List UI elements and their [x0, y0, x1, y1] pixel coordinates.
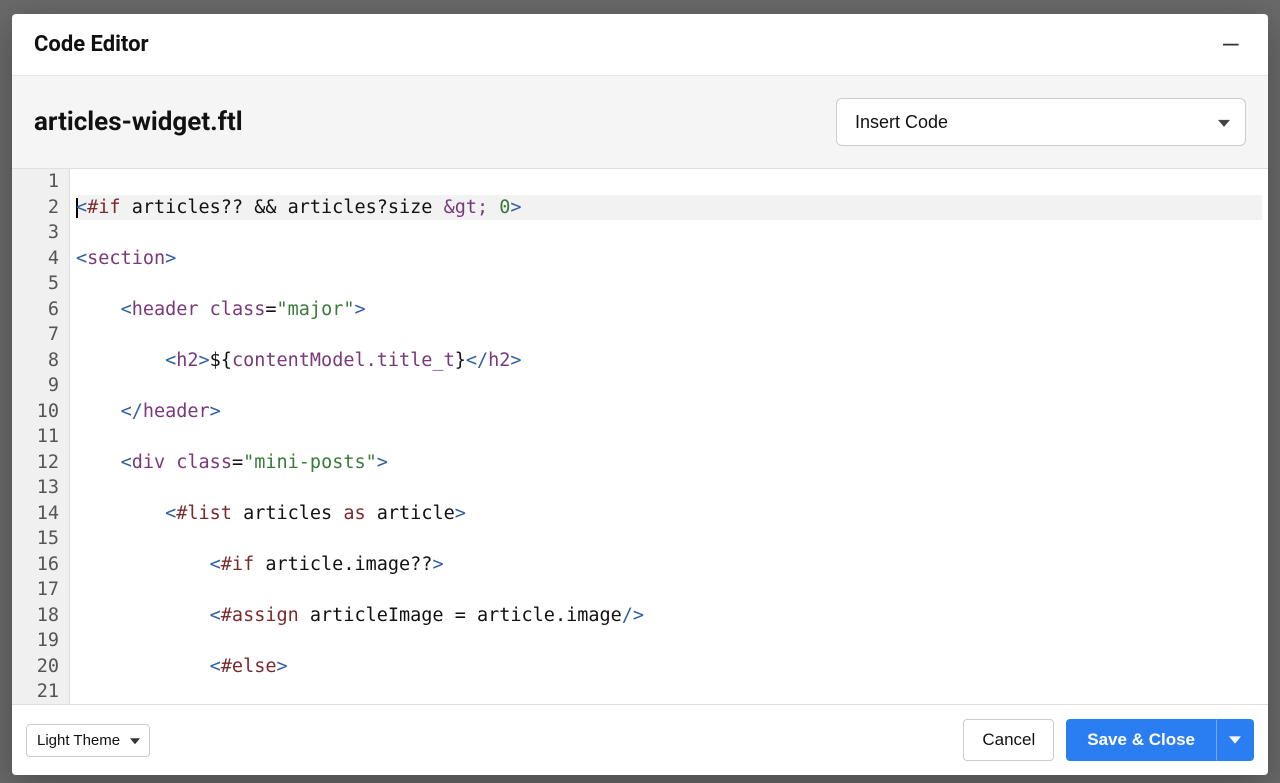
- insert-code-select-wrap: Insert Code: [836, 98, 1246, 146]
- line-number: 20: [20, 654, 59, 680]
- line-number: 17: [20, 577, 59, 603]
- line-number: 19: [20, 628, 59, 654]
- code-line: <div class="mini-posts">: [76, 450, 1262, 476]
- save-button-group: Save & Close: [1066, 719, 1254, 761]
- line-number: 7: [20, 322, 59, 348]
- code-line: </header>: [76, 399, 1262, 425]
- file-name: articles-widget.ftl: [34, 107, 243, 137]
- line-number: 4: [20, 246, 59, 272]
- cancel-button[interactable]: Cancel: [963, 719, 1054, 761]
- code-content[interactable]: <#if articles?? && articles?size &gt; 0>…: [70, 169, 1268, 704]
- line-number: 9: [20, 373, 59, 399]
- file-bar: articles-widget.ftl Insert Code: [12, 76, 1268, 169]
- modal-title: Code Editor: [34, 32, 149, 57]
- code-line: <#assign articleImage = article.image/>: [76, 603, 1262, 629]
- line-number: 21: [20, 679, 59, 704]
- save-dropdown-button[interactable]: [1216, 719, 1254, 761]
- code-line: <#if articles?? && articles?size &gt; 0>: [76, 195, 1262, 221]
- modal-footer: Light Theme Cancel Save & Close: [12, 704, 1268, 775]
- code-line: <section>: [76, 246, 1262, 272]
- code-line: <h2>${contentModel.title_t}</h2>: [76, 348, 1262, 374]
- line-number: 2: [20, 195, 59, 221]
- code-line: <#if article.image??>: [76, 552, 1262, 578]
- line-number: 6: [20, 297, 59, 323]
- line-number: 11: [20, 424, 59, 450]
- save-close-button[interactable]: Save & Close: [1066, 719, 1216, 761]
- code-line: <#list articles as article>: [76, 501, 1262, 527]
- line-number: 15: [20, 526, 59, 552]
- insert-code-select[interactable]: Insert Code: [836, 98, 1246, 146]
- line-number: 3: [20, 220, 59, 246]
- line-number: 14: [20, 501, 59, 527]
- line-number: 1: [20, 169, 59, 195]
- line-number: 12: [20, 450, 59, 476]
- theme-select[interactable]: Light Theme: [26, 724, 150, 757]
- editor-area[interactable]: 1 2 3 4 5 6 7 8 9 10 11 12 13 14 15 16 1…: [12, 169, 1268, 704]
- line-number: 16: [20, 552, 59, 578]
- code-line: <#else>: [76, 654, 1262, 680]
- line-number: 13: [20, 475, 59, 501]
- code-line: <header class="major">: [76, 297, 1262, 323]
- minimize-button[interactable]: —: [1215, 33, 1246, 57]
- line-gutter: 1 2 3 4 5 6 7 8 9 10 11 12 13 14 15 16 1…: [12, 169, 70, 704]
- line-number: 10: [20, 399, 59, 425]
- line-number: 8: [20, 348, 59, 374]
- line-number: 18: [20, 603, 59, 629]
- theme-select-wrap: Light Theme: [26, 724, 150, 757]
- line-number: 5: [20, 271, 59, 297]
- code-editor-modal: Code Editor — articles-widget.ftl Insert…: [12, 14, 1268, 775]
- chevron-down-icon: [1229, 734, 1241, 746]
- footer-actions: Cancel Save & Close: [963, 719, 1254, 761]
- modal-header: Code Editor —: [12, 14, 1268, 76]
